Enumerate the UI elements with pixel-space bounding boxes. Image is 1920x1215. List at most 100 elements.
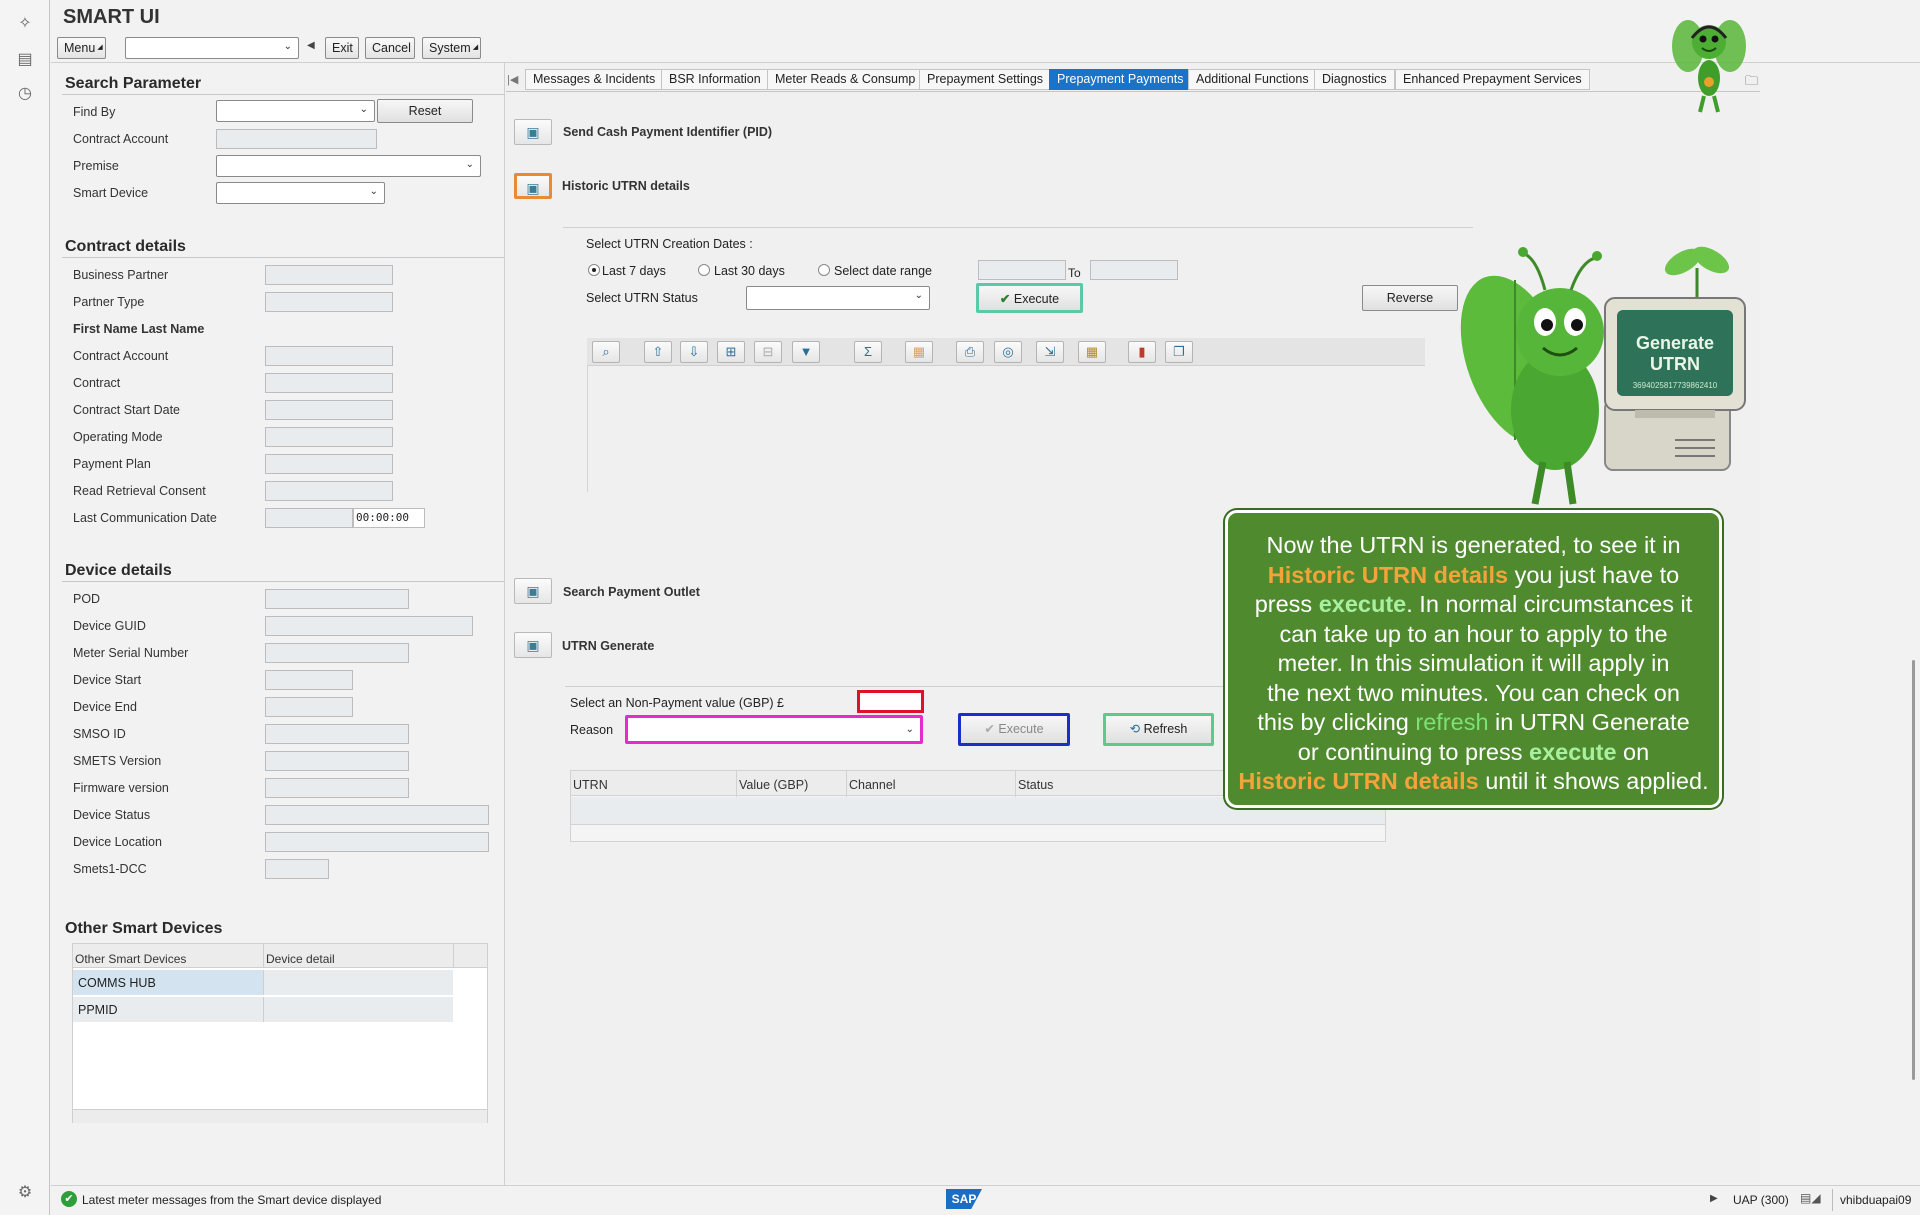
- back-arrow-icon[interactable]: ◀: [307, 40, 315, 51]
- settings-gear-icon[interactable]: ⚙: [15, 1183, 35, 1203]
- date-to-input[interactable]: [1090, 260, 1178, 280]
- table-row[interactable]: COMMS HUB: [73, 970, 263, 995]
- filter-icon[interactable]: ▼: [792, 341, 820, 363]
- command-field[interactable]: ⌄: [125, 37, 299, 59]
- sort-descending-icon[interactable]: ⇩: [680, 341, 708, 363]
- col-utrn: UTRN: [573, 778, 608, 792]
- print-icon[interactable]: ⎙: [956, 341, 984, 363]
- tab-diagnostics[interactable]: Diagnostics: [1314, 69, 1395, 90]
- find-by-select[interactable]: ⌄: [216, 100, 375, 122]
- date-range-radio[interactable]: [818, 264, 830, 276]
- historic-execute-button[interactable]: ✔ Execute: [976, 283, 1083, 313]
- callout-line: this by clicking refresh in UTRN Generat…: [1257, 709, 1690, 735]
- last-7-days-radio[interactable]: [588, 264, 600, 276]
- operating-mode-field: [265, 427, 393, 447]
- chevron-down-icon: ⌄: [283, 41, 292, 52]
- search-payment-outlet-icon[interactable]: ▣: [514, 578, 552, 604]
- side-rail: ✧ ▤ ◷ ⚙: [0, 0, 50, 1215]
- table-scrollbar[interactable]: [73, 1109, 487, 1123]
- premise-select[interactable]: ⌄: [216, 155, 481, 177]
- sparkle-icon[interactable]: ✧: [15, 14, 35, 34]
- read-retrieval-consent-field: [265, 481, 393, 501]
- vertical-scrollbar[interactable]: [1912, 660, 1915, 1080]
- table-cell[interactable]: [263, 997, 453, 1022]
- layout-icon[interactable]: ▦: [1078, 341, 1106, 363]
- smart-device-select[interactable]: ⌄: [216, 182, 385, 204]
- utrn-status-select[interactable]: ⌄: [746, 286, 930, 310]
- tab-messages-incidents[interactable]: Messages & Incidents: [525, 69, 664, 90]
- smso-id-label: SMSO ID: [73, 727, 126, 741]
- contract-label: Contract: [73, 376, 121, 390]
- details-icon[interactable]: ⌕: [592, 341, 620, 363]
- device-status-label: Device Status: [73, 808, 151, 822]
- check-icon: ✔: [999, 292, 1011, 306]
- reset-button[interactable]: Reset: [377, 99, 473, 123]
- smets-version-field: [265, 751, 409, 771]
- date-range-label: Select date range: [834, 264, 932, 278]
- device-guid-field: [265, 616, 473, 636]
- find-icon[interactable]: ⊞: [717, 341, 745, 363]
- contract-details-heading: Contract details: [65, 238, 186, 255]
- divider: [62, 581, 505, 582]
- partner-type-field: [265, 292, 393, 312]
- col-value: Value (GBP): [739, 778, 809, 792]
- device-start-label: Device Start: [73, 673, 142, 687]
- tab-meter-reads[interactable]: Meter Reads & Consump: [767, 69, 924, 90]
- table-row[interactable]: PPMID: [73, 997, 263, 1022]
- pod-label: POD: [73, 592, 101, 606]
- non-payment-label: Select an Non-Payment value (GBP) £: [570, 696, 784, 710]
- workspace-icon[interactable]: ▤: [15, 50, 35, 70]
- subtotal-icon[interactable]: ▦: [905, 341, 933, 363]
- tab-scroll-left-icon[interactable]: |◀: [507, 73, 518, 86]
- refresh-button[interactable]: ⟲ Refresh: [1103, 713, 1214, 746]
- tab-additional-functions[interactable]: Additional Functions: [1188, 69, 1317, 90]
- payment-plan-field: [265, 454, 393, 474]
- system-menu-icon[interactable]: ▤◢: [1800, 1191, 1821, 1205]
- views-icon[interactable]: ◎: [994, 341, 1022, 363]
- historic-utrn-icon[interactable]: ▣: [514, 173, 552, 199]
- cancel-button[interactable]: Cancel: [365, 37, 415, 59]
- tab-bsr-information[interactable]: BSR Information: [661, 69, 769, 90]
- menu-button[interactable]: Menu ◢: [57, 37, 106, 59]
- device-location-field: [265, 832, 489, 852]
- success-icon: ✔: [61, 1191, 77, 1207]
- device-status-field: [265, 805, 489, 825]
- send-cash-pid-icon[interactable]: ▣: [514, 119, 552, 145]
- info-icon[interactable]: ❐: [1165, 341, 1193, 363]
- reason-select[interactable]: ⌄: [625, 715, 923, 744]
- last-30-days-radio[interactable]: [698, 264, 710, 276]
- callout-line: Now the UTRN is generated, to see it in: [1266, 532, 1681, 558]
- history-icon[interactable]: ◷: [15, 84, 35, 104]
- status-expand-icon[interactable]: ▶: [1710, 1193, 1718, 1204]
- sort-ascending-icon[interactable]: ⇧: [644, 341, 672, 363]
- last-communication-time-field: 00:00:00: [353, 508, 425, 528]
- read-retrieval-consent-label: Read Retrieval Consent: [73, 484, 206, 498]
- smart-device-label: Smart Device: [73, 186, 149, 200]
- app-title: SMART UI: [63, 6, 160, 28]
- col-other-smart-devices: Other Smart Devices: [75, 952, 187, 966]
- reason-label: Reason: [570, 723, 614, 737]
- graphic-icon[interactable]: ▮: [1128, 341, 1156, 363]
- firmware-version-label: Firmware version: [73, 781, 169, 795]
- table-cell[interactable]: [263, 970, 453, 995]
- find-next-icon[interactable]: ⊟: [754, 341, 782, 363]
- smets-version-label: SMETS Version: [73, 754, 162, 768]
- non-payment-value-input[interactable]: [857, 690, 924, 713]
- export-icon[interactable]: ⇲: [1036, 341, 1064, 363]
- tab-enhanced-prepayment-services[interactable]: Enhanced Prepayment Services: [1395, 69, 1590, 90]
- sum-icon[interactable]: Σ: [854, 341, 882, 363]
- reverse-button[interactable]: Reverse: [1362, 285, 1458, 311]
- system-button[interactable]: System ◢: [422, 37, 481, 59]
- last-30-days-label: Last 30 days: [714, 264, 785, 278]
- divider: [263, 944, 264, 968]
- tab-prepayment-settings[interactable]: Prepayment Settings: [919, 69, 1052, 90]
- contract-account-input[interactable]: [216, 129, 377, 149]
- utrn-generate-icon[interactable]: ▣: [514, 632, 552, 658]
- utrn-execute-button[interactable]: ✔ Execute: [958, 713, 1070, 746]
- divider: [563, 227, 1473, 228]
- last-7-days-label: Last 7 days: [602, 264, 666, 278]
- exit-button[interactable]: Exit: [325, 37, 359, 59]
- contract-account-label-2: Contract Account: [73, 349, 169, 363]
- tab-prepayment-payments[interactable]: Prepayment Payments: [1049, 69, 1192, 90]
- date-from-input[interactable]: [978, 260, 1066, 280]
